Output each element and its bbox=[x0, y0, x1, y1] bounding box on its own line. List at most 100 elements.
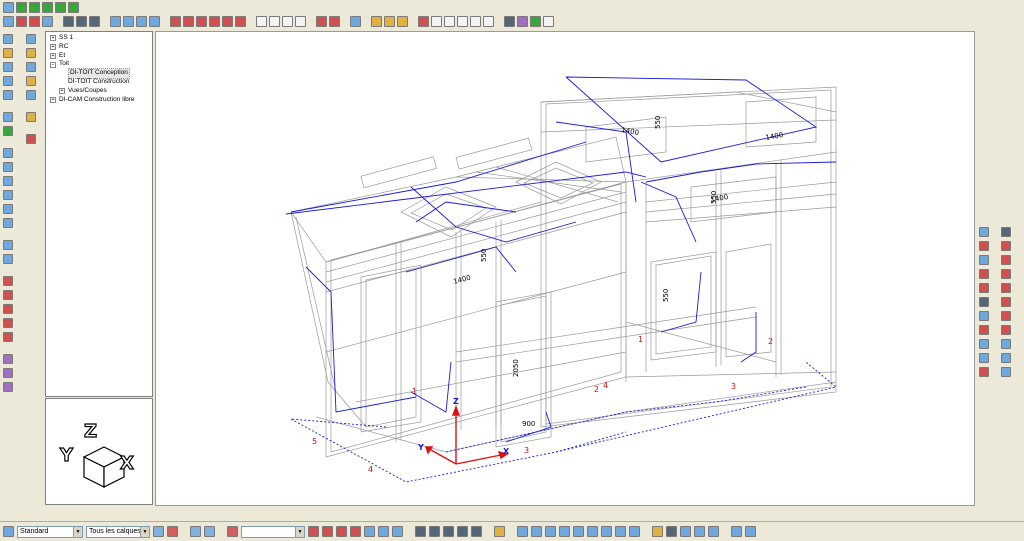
dimension-icon[interactable] bbox=[308, 526, 319, 537]
line-icon[interactable] bbox=[601, 526, 612, 537]
snap-icon[interactable] bbox=[204, 526, 215, 537]
wall-icon[interactable] bbox=[183, 16, 194, 27]
edit-icon[interactable] bbox=[256, 16, 267, 27]
cube-icon[interactable] bbox=[3, 190, 13, 200]
expand-icon[interactable]: + bbox=[50, 44, 56, 51]
eraser-icon[interactable] bbox=[652, 526, 663, 537]
home-icon[interactable] bbox=[63, 16, 74, 27]
edit-icon[interactable] bbox=[269, 16, 280, 27]
stairs-icon[interactable] bbox=[3, 304, 13, 314]
chevron-down-icon[interactable]: ▼ bbox=[73, 526, 82, 537]
window-icon[interactable] bbox=[979, 269, 989, 279]
house-icon[interactable] bbox=[979, 311, 989, 321]
offset-icon[interactable] bbox=[694, 526, 705, 537]
offset-icon[interactable] bbox=[680, 526, 691, 537]
3d-viewport[interactable]: Z Y X 1400 1400 1400 1400 2050 900 550 5… bbox=[155, 31, 975, 506]
object-icon[interactable] bbox=[3, 382, 13, 392]
stairs-icon[interactable] bbox=[3, 332, 13, 342]
tree-item[interactable]: + Et bbox=[50, 52, 152, 61]
cube-icon[interactable] bbox=[3, 176, 13, 186]
book-icon[interactable] bbox=[316, 16, 327, 27]
object-icon[interactable] bbox=[3, 368, 13, 378]
stair-icon[interactable] bbox=[979, 353, 989, 363]
expand-icon[interactable]: + bbox=[50, 35, 56, 42]
save-icon[interactable] bbox=[29, 16, 40, 27]
layer-icon[interactable] bbox=[26, 48, 36, 58]
render-icon[interactable] bbox=[530, 16, 541, 27]
dimension-icon[interactable] bbox=[350, 526, 361, 537]
house-green-icon[interactable] bbox=[16, 2, 27, 13]
dimension-icon[interactable] bbox=[364, 526, 375, 537]
window-icon[interactable] bbox=[979, 255, 989, 265]
rotate-icon[interactable] bbox=[745, 526, 756, 537]
line-icon[interactable] bbox=[559, 526, 570, 537]
dimension-icon[interactable] bbox=[336, 526, 347, 537]
house-green-icon[interactable] bbox=[42, 2, 53, 13]
house-green-icon[interactable] bbox=[55, 2, 66, 13]
dormer-icon[interactable] bbox=[1001, 255, 1011, 265]
roof-icon[interactable] bbox=[384, 16, 395, 27]
expand-icon[interactable]: + bbox=[59, 88, 65, 95]
text-icon[interactable] bbox=[443, 526, 454, 537]
project-icon[interactable] bbox=[3, 2, 14, 13]
roof-icon[interactable] bbox=[371, 16, 382, 27]
stair-icon[interactable] bbox=[979, 339, 989, 349]
dimension-icon[interactable] bbox=[392, 526, 403, 537]
view-icon[interactable] bbox=[444, 16, 455, 27]
dormer-icon[interactable] bbox=[1001, 269, 1011, 279]
view-icon[interactable] bbox=[431, 16, 442, 27]
window-icon[interactable] bbox=[350, 16, 361, 27]
cube-icon[interactable] bbox=[3, 162, 13, 172]
tree-item[interactable]: + SS 1 bbox=[50, 34, 152, 43]
door-icon[interactable] bbox=[979, 227, 989, 237]
wall-icon[interactable] bbox=[235, 16, 246, 27]
expand-icon[interactable]: + bbox=[50, 52, 56, 59]
undo-icon[interactable] bbox=[3, 112, 13, 122]
chart-icon[interactable] bbox=[3, 240, 13, 250]
dimension-icon[interactable] bbox=[322, 526, 333, 537]
layer-icon[interactable] bbox=[26, 62, 36, 72]
text-icon[interactable] bbox=[457, 526, 468, 537]
view-orientation-panel[interactable]: Z Y X bbox=[45, 398, 153, 505]
line-icon[interactable] bbox=[545, 526, 556, 537]
open-folder-icon[interactable] bbox=[3, 48, 13, 58]
roof-icon[interactable] bbox=[397, 16, 408, 27]
dormer-icon[interactable] bbox=[1001, 241, 1011, 251]
layer-icon[interactable] bbox=[26, 34, 36, 44]
dormer-icon[interactable] bbox=[1001, 297, 1011, 307]
line-icon[interactable] bbox=[517, 526, 528, 537]
tree-item[interactable]: DI-TOIT Construction bbox=[50, 78, 152, 87]
save-icon[interactable] bbox=[3, 62, 13, 72]
pen-icon[interactable] bbox=[227, 526, 238, 537]
layers-select[interactable]: Tous les calques ▼ bbox=[86, 525, 150, 538]
dimension-icon[interactable] bbox=[378, 526, 389, 537]
dormer-icon[interactable] bbox=[1001, 311, 1011, 321]
book-icon[interactable] bbox=[329, 16, 340, 27]
view-icon[interactable] bbox=[483, 16, 494, 27]
new-doc-icon[interactable] bbox=[3, 34, 13, 44]
open-icon[interactable] bbox=[16, 16, 27, 27]
text-icon[interactable] bbox=[429, 526, 440, 537]
offset-icon[interactable] bbox=[708, 526, 719, 537]
extra-select[interactable]: ▼ bbox=[241, 525, 305, 538]
render-icon[interactable] bbox=[504, 16, 515, 27]
tree-item[interactable]: + DI-CAM Construction libre bbox=[50, 96, 152, 105]
view-icon[interactable] bbox=[470, 16, 481, 27]
dormer-icon[interactable] bbox=[1001, 325, 1011, 335]
cube-icon[interactable] bbox=[3, 148, 13, 158]
stairs-icon[interactable] bbox=[3, 290, 13, 300]
stair-icon[interactable] bbox=[979, 367, 989, 377]
house-icon[interactable] bbox=[1001, 227, 1011, 237]
tree-item[interactable]: DI-TOIT Conception bbox=[50, 68, 152, 79]
chart-icon[interactable] bbox=[3, 254, 13, 264]
house-green-icon[interactable] bbox=[68, 2, 79, 13]
layer-icon[interactable] bbox=[26, 112, 36, 122]
line-icon[interactable] bbox=[629, 526, 640, 537]
render-icon[interactable] bbox=[517, 16, 528, 27]
layer-settings-icon[interactable] bbox=[153, 526, 164, 537]
text-icon[interactable] bbox=[415, 526, 426, 537]
chevron-down-icon[interactable]: ▼ bbox=[140, 526, 149, 537]
view-icon[interactable] bbox=[457, 16, 468, 27]
save-as-icon[interactable] bbox=[3, 76, 13, 86]
new-icon[interactable] bbox=[3, 16, 14, 27]
